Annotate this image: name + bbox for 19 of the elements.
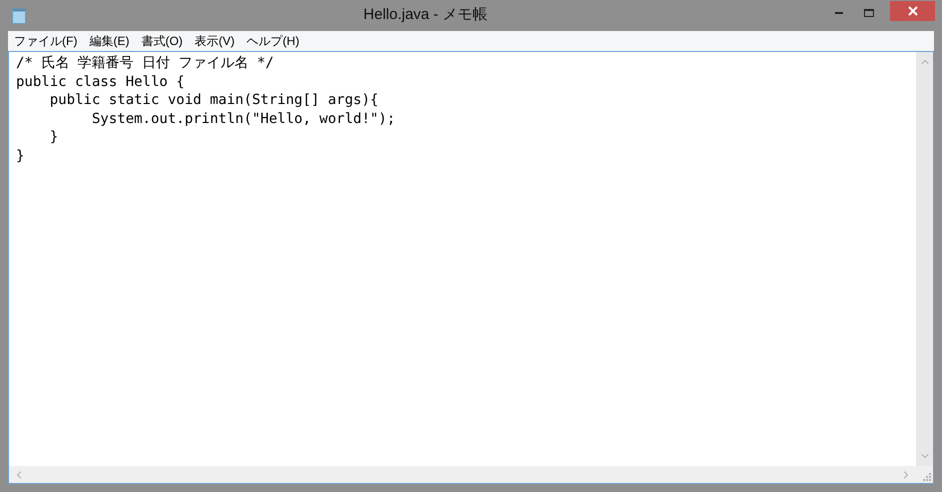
code-line: /* 氏名 学籍番号 日付 ファイル名 */ — [16, 54, 275, 72]
code-line: } — [48, 128, 60, 146]
menu-item[interactable]: 書式(O) — [141, 32, 183, 50]
code-line: public class Hello { — [16, 72, 186, 91]
horizontal-scrollbar[interactable] — [9, 466, 916, 483]
close-icon — [908, 6, 918, 16]
resize-grip[interactable] — [916, 466, 933, 483]
code-line: } — [16, 146, 26, 165]
menu-item[interactable]: 編集(E) — [89, 32, 130, 50]
window-title: Hello.java - メモ帳 — [362, 5, 489, 26]
menu-item[interactable]: ヘルプ(H) — [246, 32, 300, 50]
vertical-scrollbar[interactable] — [916, 52, 933, 466]
menu-item[interactable]: ファイル(F) — [14, 32, 78, 50]
notepad-icon — [12, 8, 26, 24]
close-button[interactable] — [890, 0, 935, 20]
code-line: public static void main(String[] args){ — [48, 91, 380, 110]
menu-item[interactable]: 表示(V) — [194, 32, 235, 50]
code-line: System.out.println("Hello, world!"); — [90, 110, 396, 128]
resize-grip-icon — [923, 473, 931, 481]
